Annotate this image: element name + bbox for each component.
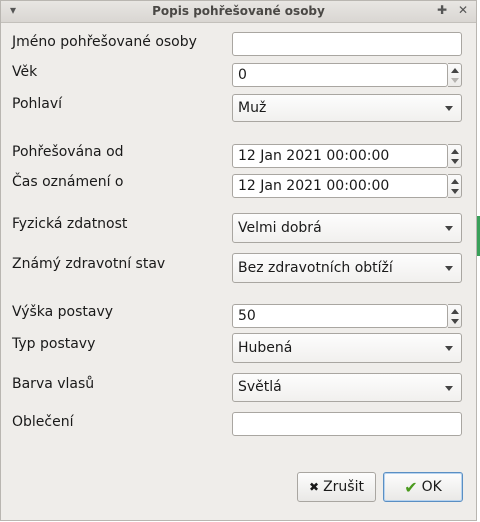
build-dropdown[interactable]: Hubená [232,333,462,363]
hair-value: Světlá [238,379,282,395]
dropdown-arrow-icon [445,386,453,391]
sex-dropdown[interactable]: Muž [232,94,462,122]
health-value: Bez zdravotních obtíží [238,260,393,276]
reported-at-datetime[interactable]: 12 Jan 2021 00:00:00 [232,174,448,198]
window-title: Popis pohřešované osoby [152,4,325,18]
sex-label: Pohlaví [12,96,63,112]
clothing-input[interactable] [232,412,462,436]
ok-button[interactable]: ✔ OK [383,472,463,502]
height-value: 50 [238,308,256,324]
missing-since-datetime[interactable]: 12 Jan 2021 00:00:00 [232,144,448,168]
hair-dropdown[interactable]: Světlá [232,373,462,402]
dropdown-arrow-icon [445,266,453,271]
health-dropdown[interactable]: Bez zdravotních obtíží [232,253,462,283]
cancel-button-label: Zrušit [323,479,364,495]
age-spinbox[interactable]: 0 [232,63,448,87]
fitness-value: Velmi dobrá [238,220,322,236]
spin-up-icon[interactable] [451,149,459,154]
height-spin-buttons[interactable] [448,304,462,328]
close-icon[interactable]: ✕ [458,3,468,17]
build-value: Hubená [238,340,293,356]
ok-button-label: OK [421,479,442,495]
age-label: Věk [12,64,38,80]
name-input[interactable] [232,32,462,56]
missing-since-label: Pohřešována od [12,144,124,160]
reported-at-spin-buttons[interactable] [448,174,462,198]
dropdown-arrow-icon [445,106,453,111]
dropdown-arrow-icon [445,346,453,351]
fitness-label: Fyzická zdatnost [12,216,128,232]
plus-icon[interactable]: ✚ [437,3,447,17]
reported-at-label: Čas oznámení o [12,174,124,190]
clothing-label: Oblečení [12,414,74,430]
height-label: Výška postavy [12,304,114,320]
checkmark-icon: ✔ [404,477,418,497]
spin-down-icon[interactable] [451,319,459,324]
spin-up-icon[interactable] [451,68,459,73]
close-icon: ✖ [309,480,320,494]
reported-at-value: 12 Jan 2021 00:00:00 [238,178,390,194]
dropdown-arrow-icon [445,226,453,231]
titlebar[interactable]: ▾ Popis pohřešované osoby ✚ ✕ [1,1,476,23]
cancel-button[interactable]: ✖ Zrušit [297,472,376,502]
build-label: Typ postavy [12,336,96,352]
name-label: Jméno pohřešované osoby [12,34,197,50]
hair-label: Barva vlasů [12,376,95,392]
missing-since-value: 12 Jan 2021 00:00:00 [238,148,390,164]
spin-down-icon[interactable] [451,189,459,194]
health-label: Známý zdravotní stav [12,256,166,272]
height-spinbox[interactable]: 50 [232,304,448,328]
age-value: 0 [238,67,247,83]
spin-up-icon[interactable] [451,309,459,314]
spin-down-icon[interactable] [451,78,459,83]
sex-value: Muž [238,100,267,116]
missing-since-spin-buttons[interactable] [448,144,462,168]
fitness-dropdown[interactable]: Velmi dobrá [232,213,462,243]
spin-up-icon[interactable] [451,179,459,184]
dialog-window: ▾ Popis pohřešované osoby ✚ ✕ Jméno pohř… [0,0,477,521]
spin-down-icon[interactable] [451,159,459,164]
age-spin-buttons[interactable] [448,63,462,87]
